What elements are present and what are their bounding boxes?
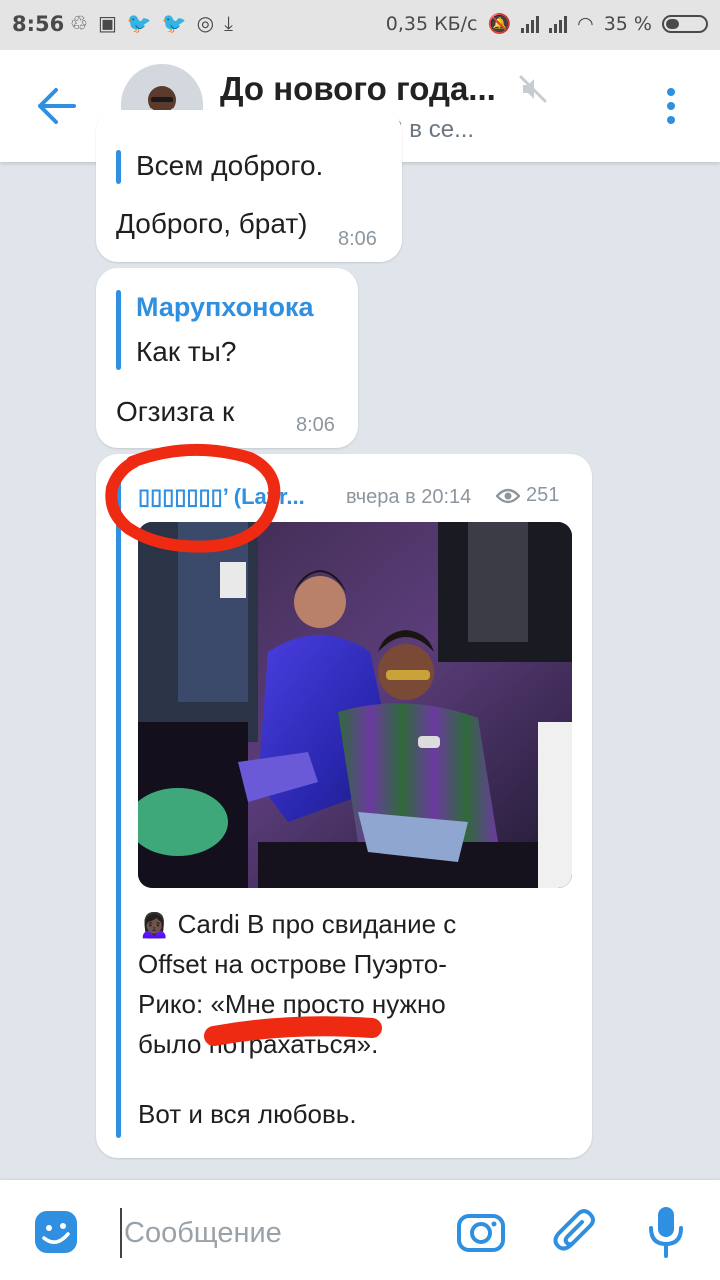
camera-icon[interactable]: [456, 1208, 506, 1256]
input-divider: [0, 1166, 720, 1180]
microphone-icon[interactable]: [646, 1204, 686, 1260]
attach-icon[interactable]: [552, 1206, 598, 1258]
annotation-overlay: [105, 443, 382, 1046]
sticker-emoji-icon[interactable]: [32, 1208, 80, 1256]
red-scribble-annotation: [204, 1016, 382, 1046]
message-input[interactable]: [120, 1208, 426, 1258]
red-circle-annotation: [105, 443, 281, 553]
message-input-bar: [0, 1180, 720, 1280]
